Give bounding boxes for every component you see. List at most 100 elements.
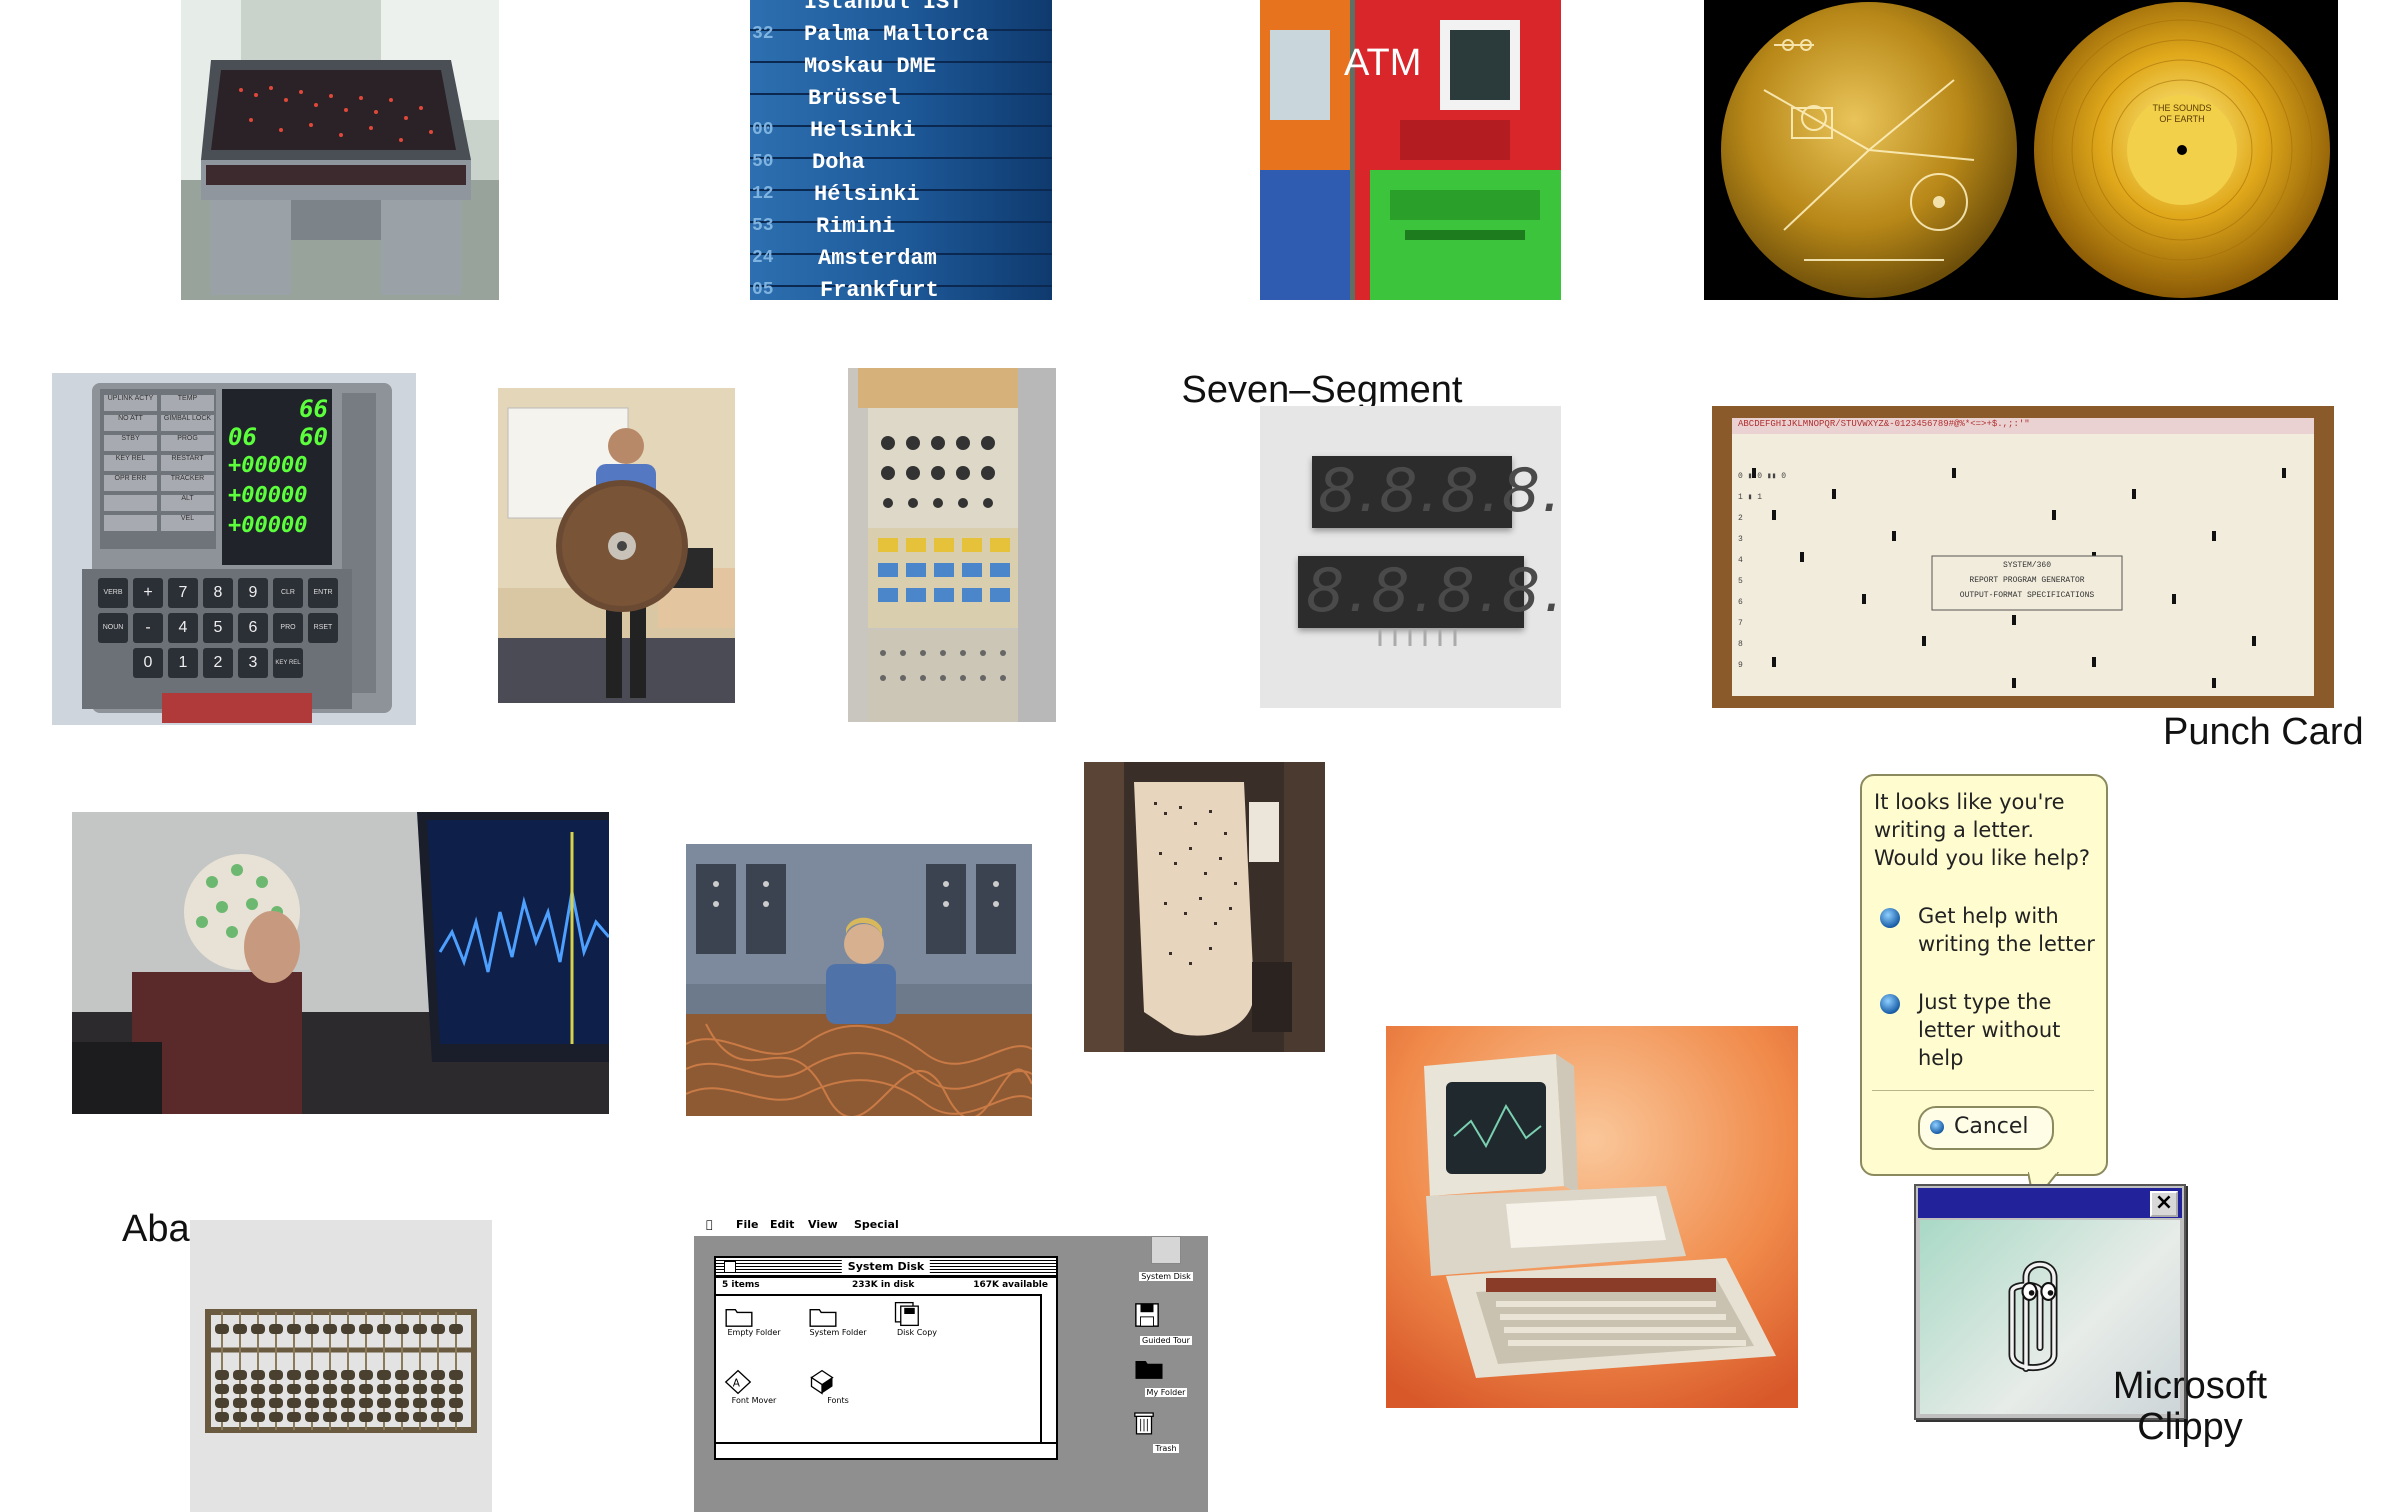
abacus-photo	[190, 1220, 492, 1512]
flight-destination: Helsinki	[810, 118, 916, 143]
dsky-key-3[interactable]: 3	[238, 648, 268, 678]
dsky-key-minus[interactable]: -	[133, 613, 163, 643]
mac-available-space: 167K available	[973, 1280, 1048, 1290]
option-bullet-icon	[1880, 994, 1900, 1014]
flight-destination: Amsterdam	[818, 246, 937, 271]
mac-menu-file[interactable]: File	[736, 1218, 759, 1231]
flight-row: 53 Rimini	[750, 210, 1052, 242]
mac-window-scrollbar[interactable]	[1040, 1294, 1056, 1444]
flight-code: 53	[752, 216, 774, 236]
mac-window-system-disk: System Disk 5 items 233K in disk 167K av…	[714, 1256, 1058, 1460]
dsky-key-pro[interactable]: PRO	[273, 613, 303, 643]
dsky-key-entr[interactable]: ENTR	[308, 578, 338, 608]
classic-mac-desktop-screenshot:  File Edit View Special System Disk 5 i…	[694, 1214, 1208, 1512]
flight-code: 00	[752, 120, 774, 140]
dsky-key-clr[interactable]: CLR	[273, 578, 303, 608]
trash-icon	[1134, 1412, 1154, 1435]
seven-segment-photo: 8.8.8.8. 8.8.8.8.	[1260, 406, 1561, 708]
mac-desktop-icon-label: Guided Tour	[1140, 1336, 1192, 1345]
disk-copy-icon	[894, 1301, 919, 1327]
computer-console-illustration	[181, 0, 499, 300]
dsky-verb-readout: 06	[228, 423, 257, 451]
mac-desktop-icon-label: Trash	[1153, 1444, 1179, 1453]
computer-wiring-photo	[686, 844, 1032, 1116]
dsky-key-8[interactable]: 8	[203, 578, 233, 608]
dsky-key-verb[interactable]: VERB	[98, 578, 128, 608]
mac-icon-empty-folder[interactable]: Empty Folder	[724, 1306, 784, 1337]
mac-desktop-icon-label: System Disk	[1139, 1272, 1193, 1281]
mac-desktop-icon-label: My Folder	[1144, 1388, 1188, 1397]
dsky-prog-readout: 66	[299, 395, 328, 423]
seven-segment-pins	[1378, 628, 1457, 646]
dsky-light	[104, 515, 157, 531]
dsky-light: VEL	[161, 515, 214, 531]
dsky-light: KEY REL	[104, 455, 157, 471]
dsky-status-lights: UPLINK ACTY TEMP NO ATT GIMBAL LOCK STBY…	[104, 395, 214, 531]
mac-desktop-icon-system-disk[interactable]: System Disk	[1134, 1236, 1198, 1283]
paper-tape-illustration	[1084, 762, 1325, 1052]
flight-code: 24	[752, 248, 774, 268]
mac-icon-font-mover[interactable]: A Font Mover	[724, 1368, 784, 1405]
record-label-text: THE SOUNDS OF EARTH	[2152, 103, 2212, 124]
dsky-key-7[interactable]: 7	[168, 578, 198, 608]
mac-window-title: System Disk	[841, 1260, 931, 1273]
dsky-key-1[interactable]: 1	[168, 648, 198, 678]
flight-destination: Doha	[812, 150, 865, 175]
flight-row: 05 Frankfurt	[750, 274, 1052, 300]
dsky-light: RESTART	[161, 455, 214, 471]
mac-icon-fonts[interactable]: Fonts	[808, 1368, 868, 1405]
flight-code: 05	[752, 280, 774, 300]
caption-clippy: Microsoft Clippy	[2112, 1365, 2268, 1448]
flight-row: Brüssel	[750, 82, 1052, 114]
flight-code: 32	[752, 24, 774, 44]
mac-menu-view[interactable]: View	[808, 1218, 838, 1231]
dsky-register-1: +00000	[228, 453, 308, 478]
dsky-key-rset[interactable]: RSET	[308, 613, 338, 643]
mac-icon-disk-copy[interactable]: Disk Copy	[892, 1300, 942, 1337]
mac-window-titlebar[interactable]: System Disk	[716, 1258, 1056, 1278]
clippy-bubble-message: It looks like you're writing a letter. W…	[1874, 790, 2091, 870]
clippy-titlebar: ×	[1918, 1188, 2182, 1218]
flight-code: 12	[752, 184, 774, 204]
dsky-key-6[interactable]: 6	[238, 613, 268, 643]
dsky-light	[104, 495, 157, 511]
apple-menu-icon[interactable]: 	[706, 1218, 713, 1231]
dsky-key-9[interactable]: 9	[238, 578, 268, 608]
flight-row: 12 Hélsinki	[750, 178, 1052, 210]
dsky-key-2[interactable]: 2	[203, 648, 233, 678]
svg-text:A: A	[733, 1377, 741, 1389]
dsky-key-key-rel[interactable]: KEY REL	[273, 648, 303, 678]
dsky-key-plus[interactable]: +	[133, 578, 163, 608]
mac-icon-system-folder[interactable]: System Folder	[808, 1306, 868, 1337]
mac-icon-label: Empty Folder	[727, 1328, 781, 1337]
dsky-register-3: +00000	[228, 513, 308, 538]
clippy-divider	[1872, 1090, 2094, 1091]
clippy-close-button[interactable]: ×	[2150, 1191, 2178, 1217]
flight-row: 24 Amsterdam	[750, 242, 1052, 274]
flight-row: Moskau DME	[750, 50, 1052, 82]
dsky-key-4[interactable]: 4	[168, 613, 198, 643]
mac-menu-special[interactable]: Special	[854, 1218, 899, 1231]
vintage-computer-photo	[1386, 1026, 1798, 1408]
dsky-light: PROG	[161, 435, 214, 451]
mac-menu-edit[interactable]: Edit	[770, 1218, 794, 1231]
fonts-icon	[810, 1369, 834, 1395]
hard-disk-icon	[1151, 1236, 1181, 1264]
dsky-key-5[interactable]: 5	[203, 613, 233, 643]
computer-console-photo	[181, 0, 499, 300]
mac-desktop-icon-my-folder[interactable]: My Folder	[1134, 1358, 1198, 1399]
paper-tape-photo	[1084, 762, 1325, 1052]
mac-desktop-icon-trash[interactable]: Trash	[1134, 1410, 1198, 1455]
dsky-key-0[interactable]: 0	[133, 648, 163, 678]
voyager-records-illustration	[1704, 0, 2338, 300]
flight-destination: Frankfurt	[820, 278, 939, 300]
punch-card-photo: ABCDEFGHIJKLMNOPQR/STUVWXYZ&-0123456789#…	[1712, 406, 2334, 708]
option-bullet-icon	[1880, 908, 1900, 928]
clippy-cancel-button[interactable]: Cancel	[1918, 1106, 2054, 1150]
punch-card-label-line: SYSTEM/360	[2002, 561, 2051, 570]
dsky-key-noun[interactable]: NOUN	[98, 613, 128, 643]
dsky-keypad: VERB + 7 8 9 CLR ENTR NOUN - 4 5 6 PRO R…	[98, 578, 338, 678]
mac-window-hscrollbar[interactable]	[716, 1442, 1056, 1458]
mac-window-close-box[interactable]	[724, 1261, 736, 1273]
mac-desktop-icon-guided-tour[interactable]: Guided Tour	[1134, 1302, 1198, 1347]
